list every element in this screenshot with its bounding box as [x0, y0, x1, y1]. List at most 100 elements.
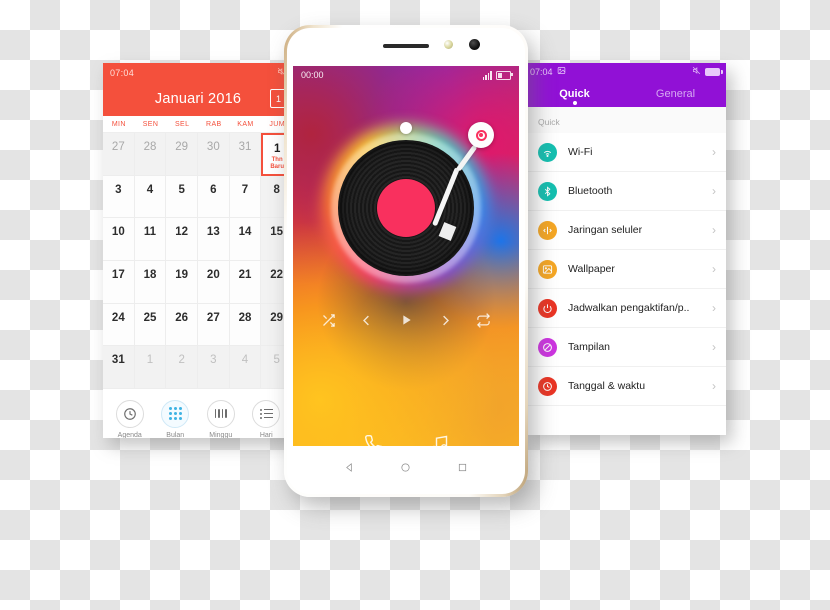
shuffle-button[interactable] — [321, 313, 336, 328]
calendar-day-cell[interactable]: 3 — [197, 346, 230, 389]
calendar-day-cell[interactable]: 24 — [103, 303, 135, 347]
calendar-day-cell[interactable]: 19 — [166, 261, 198, 304]
calendar-day-cell[interactable]: 6 — [197, 175, 230, 219]
calendar-tab-agenda[interactable]: Agenda — [109, 399, 151, 439]
clock-icon — [538, 376, 557, 396]
home-button[interactable] — [400, 462, 411, 473]
calendar-weekday-header: MIN SEN SEL RAB KAM JUM — [103, 116, 293, 133]
calendar-tab-hari[interactable]: Hari — [245, 399, 287, 439]
calendar-day-number: 1 — [273, 143, 281, 155]
settings-row[interactable]: Jadwalkan pengaktifan/p.. › — [524, 289, 726, 328]
calendar-tab-bulan[interactable]: Bulan — [154, 399, 196, 439]
calendar-day-cell[interactable]: 12 — [166, 218, 198, 261]
calendar-day-cell[interactable]: 29 — [166, 133, 198, 176]
settings-row-label: Tampilan — [568, 341, 611, 353]
chevron-right-icon: › — [712, 301, 716, 315]
calendar-tab-label: Hari — [259, 431, 273, 439]
battery-icon — [496, 70, 513, 80]
wifi-icon — [538, 142, 557, 162]
calendar-day-cell[interactable]: 28 — [229, 303, 262, 347]
settings-row-label: Wallpaper — [568, 263, 615, 275]
calendar-day-number: 10 — [111, 226, 125, 239]
chevron-right-icon: › — [712, 379, 716, 393]
play-button[interactable] — [398, 312, 414, 328]
calendar-day-cell[interactable]: 18 — [134, 261, 167, 304]
calendar-day-number: 5 — [178, 183, 185, 196]
chevron-right-icon: › — [712, 145, 716, 159]
calendar-day-cell[interactable]: 27 — [103, 133, 135, 176]
calendar-day-number: 24 — [111, 311, 125, 324]
calendar-day-cell[interactable]: 21 — [229, 261, 262, 304]
wallpaper-icon — [538, 259, 557, 279]
calendar-day-number: 7 — [241, 183, 249, 196]
calendar-day-cell[interactable]: 7 — [229, 175, 262, 219]
calendar-day-number: 29 — [175, 141, 189, 153]
grid-icon — [161, 399, 190, 428]
calendar-day-number: 14 — [238, 226, 252, 239]
calendar-day-number: 28 — [238, 311, 252, 324]
calendar-header: Januari 2016 1 — [103, 82, 293, 116]
calendar-day-cell[interactable]: 26 — [166, 303, 198, 347]
calendar-status-bar: 07:04 — [103, 63, 293, 82]
calendar-day-cell[interactable]: 30 — [197, 133, 230, 176]
calendar-day-number: 6 — [210, 183, 217, 196]
calendar-day-cell[interactable]: 4 — [229, 346, 262, 389]
settings-list: Wi-Fi › Bluetooth › Jaringan seluler › Wallpap… — [524, 133, 726, 406]
camera-flash — [444, 40, 453, 49]
tab-quick[interactable]: Quick — [524, 80, 625, 107]
calendar-day-cell[interactable]: 11 — [134, 218, 167, 261]
settings-phone-screen: 07:04 Quick General Quick Wi-Fi › Blueto… — [524, 63, 726, 435]
repeat-button[interactable] — [476, 312, 491, 328]
calendar-day-cell[interactable]: 25 — [134, 303, 167, 347]
image-icon — [557, 66, 566, 77]
calendar-day-cell[interactable]: 5 — [166, 175, 198, 219]
back-button[interactable] — [344, 462, 355, 473]
calendar-bottom-nav: Agenda Bulan Minggu Hari — [103, 389, 293, 438]
calendar-day-cell[interactable]: 14 — [229, 218, 262, 261]
calendar-day-number: 11 — [143, 226, 157, 239]
calendar-day-cell[interactable]: 1 — [134, 346, 167, 389]
settings-row[interactable]: Tampilan › — [524, 328, 726, 367]
calendar-day-cell[interactable]: 28 — [134, 133, 167, 176]
settings-row[interactable]: Bluetooth › — [524, 172, 726, 211]
calendar-day-cell[interactable]: 20 — [197, 261, 230, 304]
calendar-day-cell[interactable]: 17 — [103, 261, 135, 304]
calendar-tab-minggu[interactable]: Minggu — [200, 399, 242, 438]
calendar-day-number: 5 — [273, 354, 280, 367]
calendar-day-cell[interactable]: 10 — [103, 218, 135, 261]
next-button[interactable] — [438, 313, 453, 328]
tab-general[interactable]: General — [625, 80, 726, 107]
calendar-day-number: 13 — [206, 226, 220, 239]
settings-row[interactable]: Tanggal & waktu › — [524, 367, 726, 406]
settings-row[interactable]: Jaringan seluler › — [524, 211, 726, 250]
calendar-day-cell[interactable]: 27 — [197, 303, 230, 347]
recents-button[interactable] — [457, 462, 468, 473]
bluetooth-icon — [538, 181, 557, 201]
settings-row-label: Tanggal & waktu — [568, 380, 646, 392]
calendar-day-number: 28 — [143, 141, 157, 153]
calendar-day-cell[interactable]: 4 — [134, 175, 167, 219]
settings-row[interactable]: Wi-Fi › — [524, 133, 726, 172]
weekday-label: RAB — [206, 121, 222, 128]
calendar-day-number: 30 — [206, 141, 220, 153]
weekday-label: SEL — [174, 121, 190, 128]
settings-row-label: Bluetooth — [568, 185, 613, 197]
calendar-day-cell[interactable]: 2 — [166, 346, 198, 389]
calendar-day-number: 12 — [175, 226, 189, 239]
list-icon — [252, 399, 281, 428]
calendar-day-number: 29 — [270, 311, 284, 324]
settings-row[interactable]: Wallpaper › — [524, 250, 726, 289]
calendar-tab-label: Bulan — [166, 431, 185, 439]
calendar-tab-label: Agenda — [117, 431, 142, 439]
calendar-day-cell[interactable]: 31 — [229, 133, 262, 176]
calendar-day-number: 21 — [238, 269, 252, 281]
calendar-day-cell[interactable]: 3 — [103, 175, 135, 219]
clock-icon — [115, 399, 144, 428]
calendar-status-time: 07:04 — [110, 67, 135, 78]
android-navigation-bar — [287, 440, 525, 494]
calendar-day-number: 31 — [111, 354, 125, 367]
calendar-day-number: 8 — [273, 183, 280, 196]
previous-button[interactable] — [359, 313, 374, 328]
calendar-day-cell[interactable]: 31 — [103, 346, 135, 389]
calendar-day-cell[interactable]: 13 — [197, 218, 230, 261]
